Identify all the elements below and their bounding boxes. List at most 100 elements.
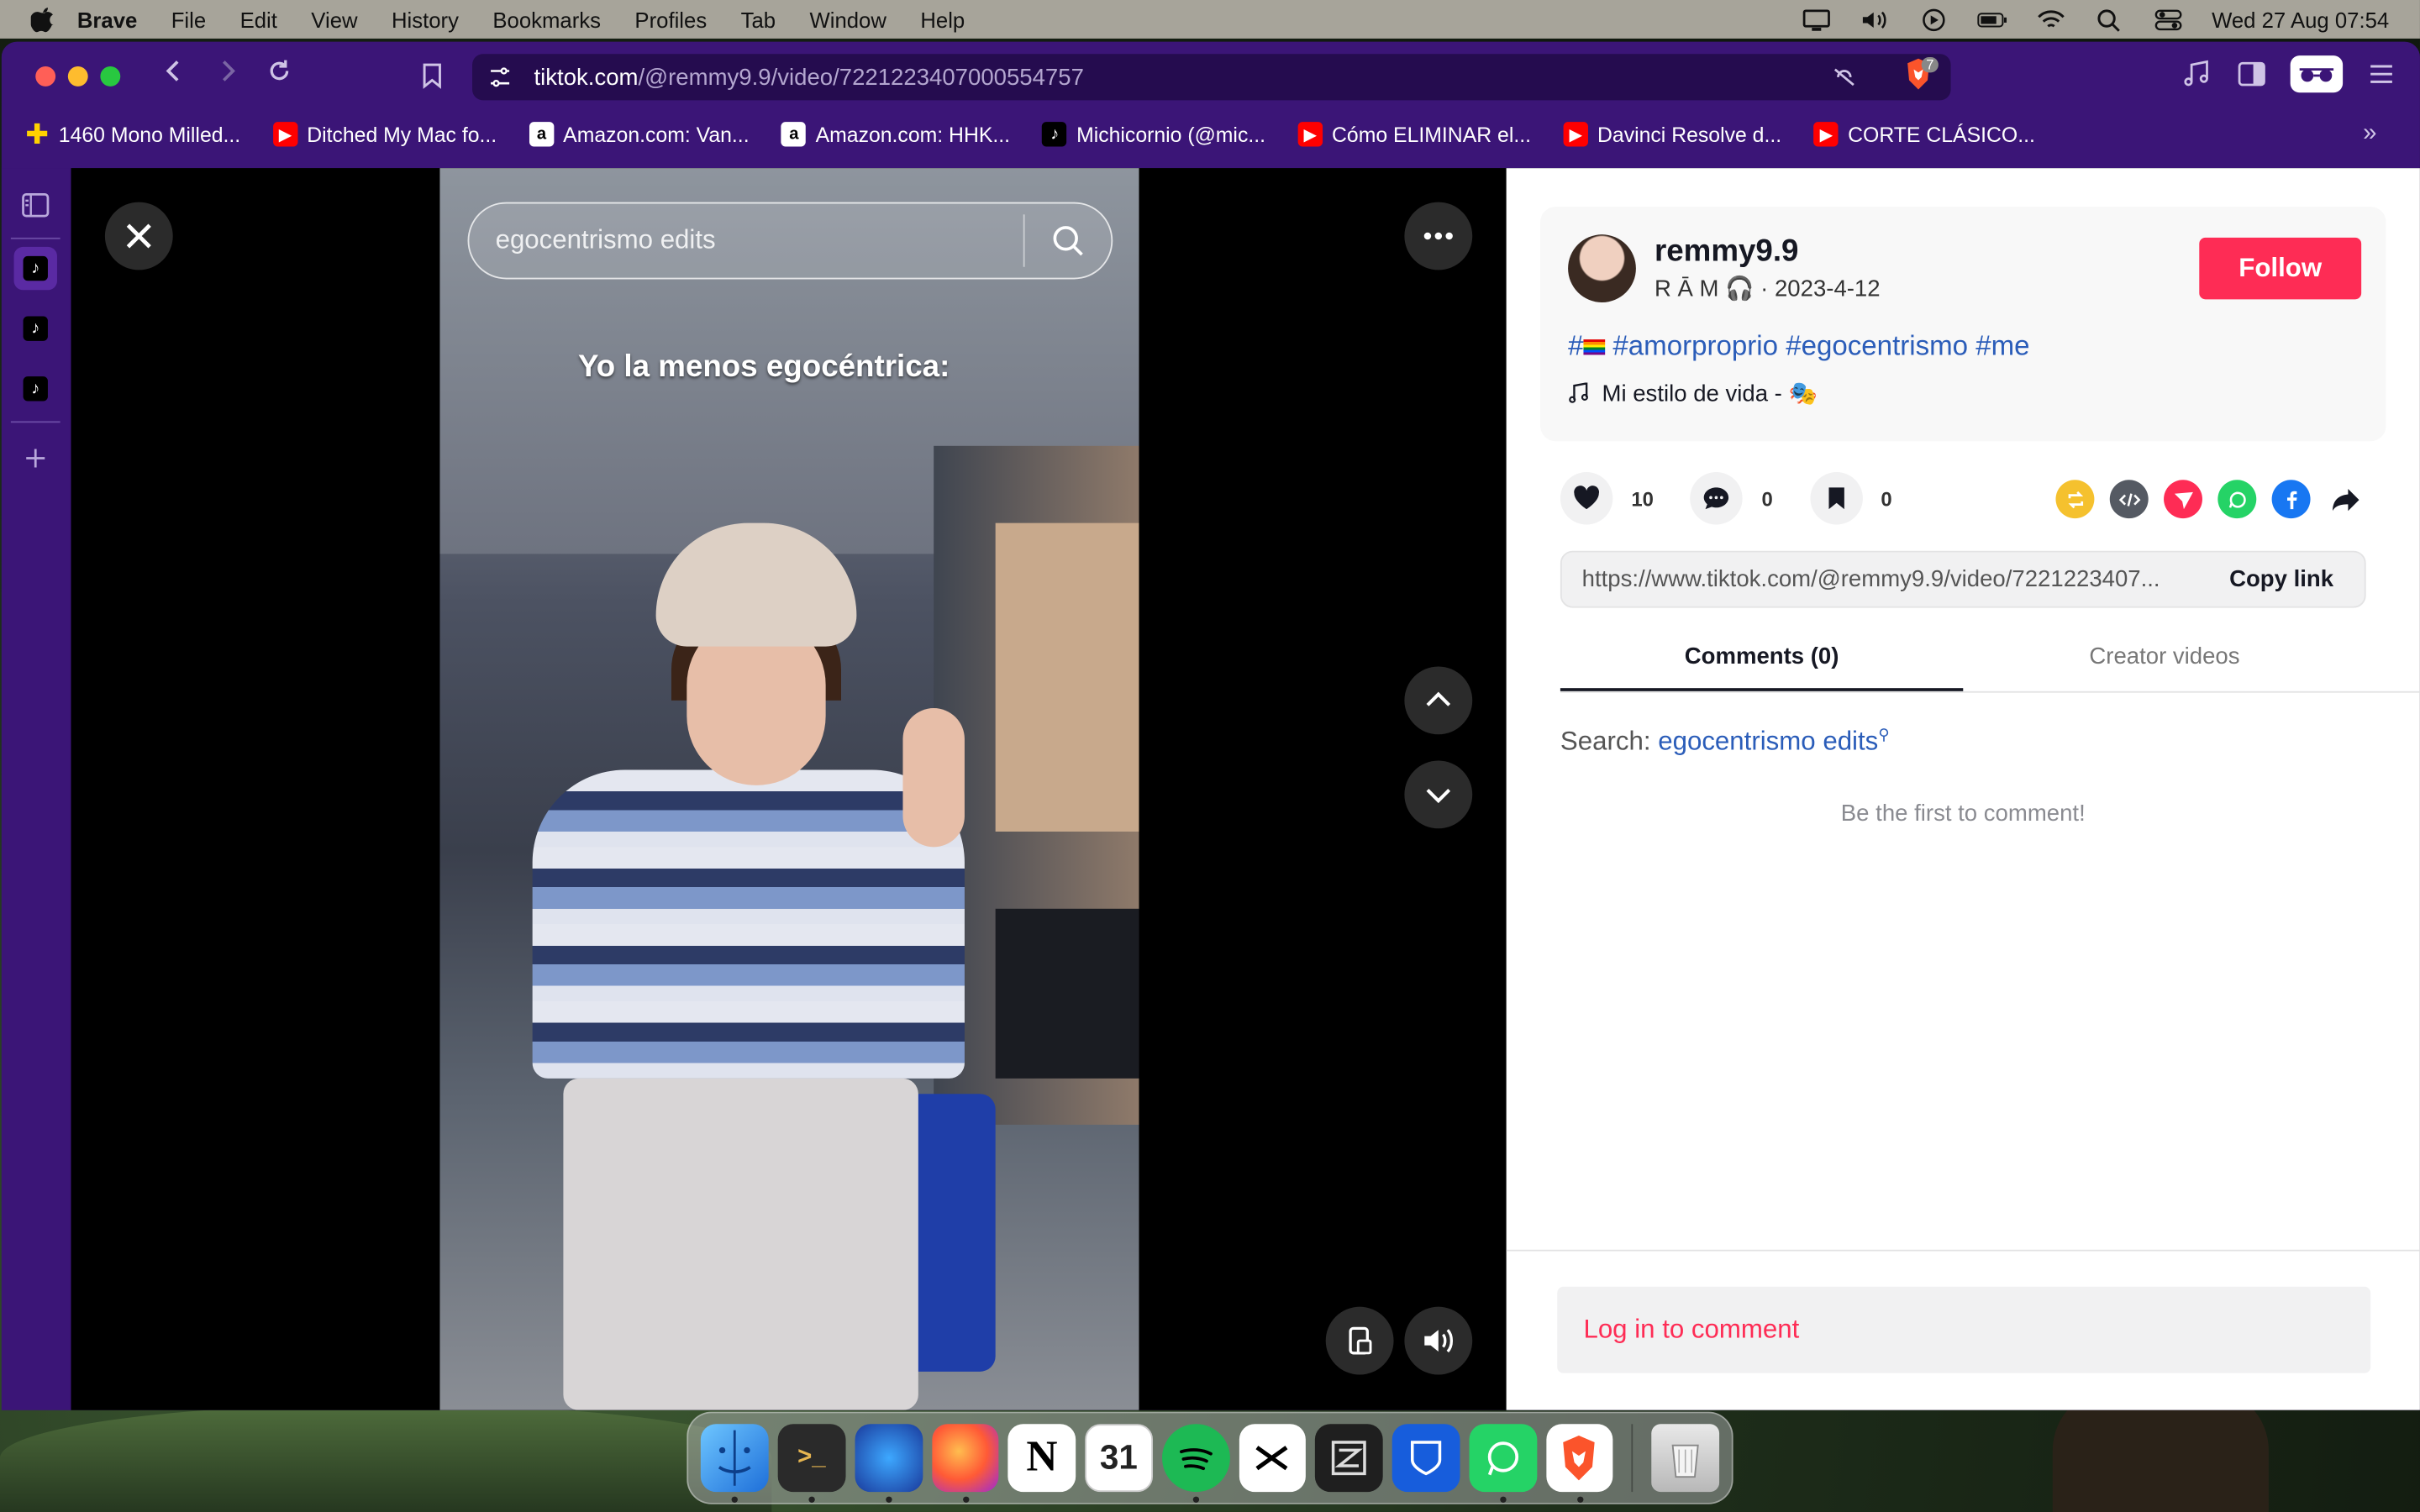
music-title[interactable]: Mi estilo de vida - 🎭 — [1602, 380, 1817, 407]
menu-file[interactable]: File — [171, 7, 206, 31]
bookmark-item[interactable]: ▶ CORTE CLÁSICO... — [1813, 122, 2035, 147]
dock-bitwarden-icon[interactable] — [1392, 1424, 1460, 1493]
now-playing-icon[interactable] — [1918, 8, 1949, 31]
music-info[interactable]: Mi estilo de vida - 🎭 — [1568, 380, 1818, 407]
next-video-button[interactable] — [1404, 760, 1473, 829]
sidebar-tab-tiktok[interactable]: ♪ — [14, 367, 57, 410]
volume-icon[interactable] — [1860, 8, 1891, 30]
avatar[interactable] — [1568, 234, 1636, 302]
bookmark-item[interactable]: ▶ Davinci Resolve d... — [1563, 122, 1781, 147]
follow-button[interactable]: Follow — [2199, 237, 2362, 300]
dock-whatsapp-icon[interactable] — [1469, 1424, 1537, 1503]
send-to-friends-icon[interactable] — [2164, 480, 2202, 519]
tab-creator-videos[interactable]: Creator videos — [1963, 643, 2365, 669]
reader-mode-off-icon[interactable] — [1830, 65, 1858, 89]
comment-icon[interactable] — [1691, 472, 1744, 525]
wifi-icon[interactable] — [2036, 8, 2067, 30]
menu-window[interactable]: Window — [809, 7, 886, 31]
login-to-comment-link[interactable]: Log in to comment — [1583, 1315, 1799, 1346]
display-icon[interactable] — [1802, 8, 1833, 30]
back-arrow-icon[interactable] — [151, 57, 197, 94]
menu-history[interactable]: History — [392, 7, 459, 31]
dock-firefox-developer-icon[interactable] — [855, 1424, 923, 1503]
main-menu-icon[interactable] — [2365, 57, 2398, 91]
login-to-comment-box[interactable]: Log in to comment — [1557, 1286, 2371, 1373]
sidebar-toggle-icon[interactable] — [2235, 57, 2269, 91]
bookmarks-overflow-icon[interactable]: » — [2363, 120, 2376, 148]
menu-profiles[interactable]: Profiles — [634, 7, 707, 31]
address-bar[interactable]: tiktok.com/@remmy9.9/video/7221223407000… — [472, 54, 1951, 101]
dock-calendar-icon[interactable]: 31 — [1085, 1424, 1153, 1493]
facebook-icon[interactable] — [2271, 480, 2311, 519]
embed-icon[interactable] — [2109, 480, 2149, 519]
hashtag-links[interactable]: #amorproprio #egocentrismo #me — [1612, 330, 2029, 361]
previous-video-button[interactable] — [1404, 666, 1473, 735]
dock-zed-icon[interactable] — [1315, 1424, 1383, 1493]
apple-menu-icon[interactable] — [30, 7, 55, 33]
bookmark-item[interactable]: ✚ 1460 Mono Milled... — [24, 118, 240, 150]
volume-button[interactable] — [1404, 1306, 1473, 1375]
bookmark-page-icon[interactable] — [418, 61, 446, 89]
menu-tab[interactable]: Tab — [741, 7, 776, 31]
tiktok-icon: ♪ — [23, 376, 48, 402]
small-search-icon[interactable]: ⚲ — [1878, 727, 1889, 744]
pip-icon — [1349, 1326, 1372, 1355]
battery-icon[interactable] — [1977, 8, 2008, 30]
zoom-window-button[interactable] — [100, 66, 121, 86]
video-search-input[interactable]: egocentrismo edits — [496, 225, 1023, 256]
video-player[interactable]: Yo la menos egocéntrica: egocentrismo ed… — [71, 168, 1507, 1410]
bookmark-item[interactable]: ▶ Cómo ELIMINAR el... — [1297, 122, 1531, 147]
tab-comments[interactable]: Comments (0) — [1560, 643, 1963, 669]
bookmark-icon[interactable] — [1809, 472, 1863, 525]
reader-glasses-icon[interactable] — [2290, 55, 2344, 93]
comment-action[interactable]: 0 — [1691, 472, 1773, 525]
repost-icon[interactable] — [2055, 480, 2095, 519]
more-options-button[interactable] — [1404, 202, 1473, 270]
search-icon[interactable] — [1025, 223, 1112, 257]
sidebar-tab-tiktok[interactable]: ♪ — [14, 307, 57, 350]
bookmark-item[interactable]: a Amazon.com: HHK... — [781, 122, 1010, 147]
menu-view[interactable]: View — [311, 7, 357, 31]
site-settings-icon[interactable] — [487, 65, 512, 89]
dock-notion-icon[interactable]: N — [1007, 1424, 1076, 1493]
bookmark-item[interactable]: a Amazon.com: Van... — [529, 122, 750, 147]
bookmark-item[interactable]: ♪ Michicornio (@mic... — [1042, 122, 1265, 147]
floating-player-button[interactable] — [1325, 1306, 1394, 1375]
search-keyword-link[interactable]: egocentrismo edits — [1658, 727, 1878, 756]
sidebar-tab-tiktok-active[interactable]: ♪ — [13, 246, 57, 291]
save-action[interactable]: 0 — [1809, 472, 1892, 525]
spotlight-search-icon[interactable] — [2094, 8, 2125, 31]
hashtag-prefix[interactable]: # — [1568, 330, 1583, 361]
forward-arrow-icon[interactable] — [203, 57, 250, 94]
menu-bookmarks[interactable]: Bookmarks — [492, 7, 601, 31]
new-tab-plus-icon[interactable] — [14, 437, 57, 480]
copy-link-button[interactable]: Copy link — [2198, 566, 2364, 592]
dock-trash-icon[interactable] — [1651, 1424, 1720, 1493]
menu-app-name[interactable]: Brave — [77, 7, 137, 31]
reload-icon[interactable] — [256, 57, 302, 94]
video-search-bar[interactable]: egocentrismo edits — [467, 202, 1113, 280]
dock-terminal-icon[interactable]: >_ — [777, 1424, 846, 1503]
media-icon[interactable] — [2179, 57, 2212, 91]
dock-spotify-icon[interactable] — [1161, 1424, 1229, 1503]
menu-help[interactable]: Help — [920, 7, 965, 31]
share-link-text[interactable]: https://www.tiktok.com/@remmy9.9/video/7… — [1582, 566, 2199, 592]
close-window-button[interactable] — [35, 66, 56, 86]
menu-clock[interactable]: Wed 27 Aug 07:54 — [2212, 7, 2389, 31]
dock-finder-icon[interactable] — [700, 1424, 769, 1503]
bookmark-item[interactable]: ▶ Ditched My Mac fo... — [272, 122, 497, 147]
menu-edit[interactable]: Edit — [240, 7, 277, 31]
author-username[interactable]: remmy9.9 — [1655, 234, 1799, 270]
post-hashtags[interactable]: # #amorproprio #egocentrismo #me — [1568, 330, 2029, 363]
share-arrow-icon[interactable] — [2326, 480, 2365, 518]
minimize-window-button[interactable] — [67, 66, 88, 86]
whatsapp-icon[interactable] — [2217, 480, 2257, 519]
like-action[interactable]: 10 — [1560, 472, 1654, 525]
sidebar-panel-icon[interactable] — [14, 184, 57, 227]
close-video-button[interactable] — [104, 202, 173, 270]
dock-firefox-icon[interactable] — [931, 1424, 999, 1503]
dock-brave-icon[interactable] — [1545, 1424, 1613, 1503]
control-center-icon[interactable] — [2153, 8, 2184, 30]
heart-icon[interactable] — [1560, 472, 1613, 525]
dock-capcut-icon[interactable] — [1238, 1424, 1307, 1493]
